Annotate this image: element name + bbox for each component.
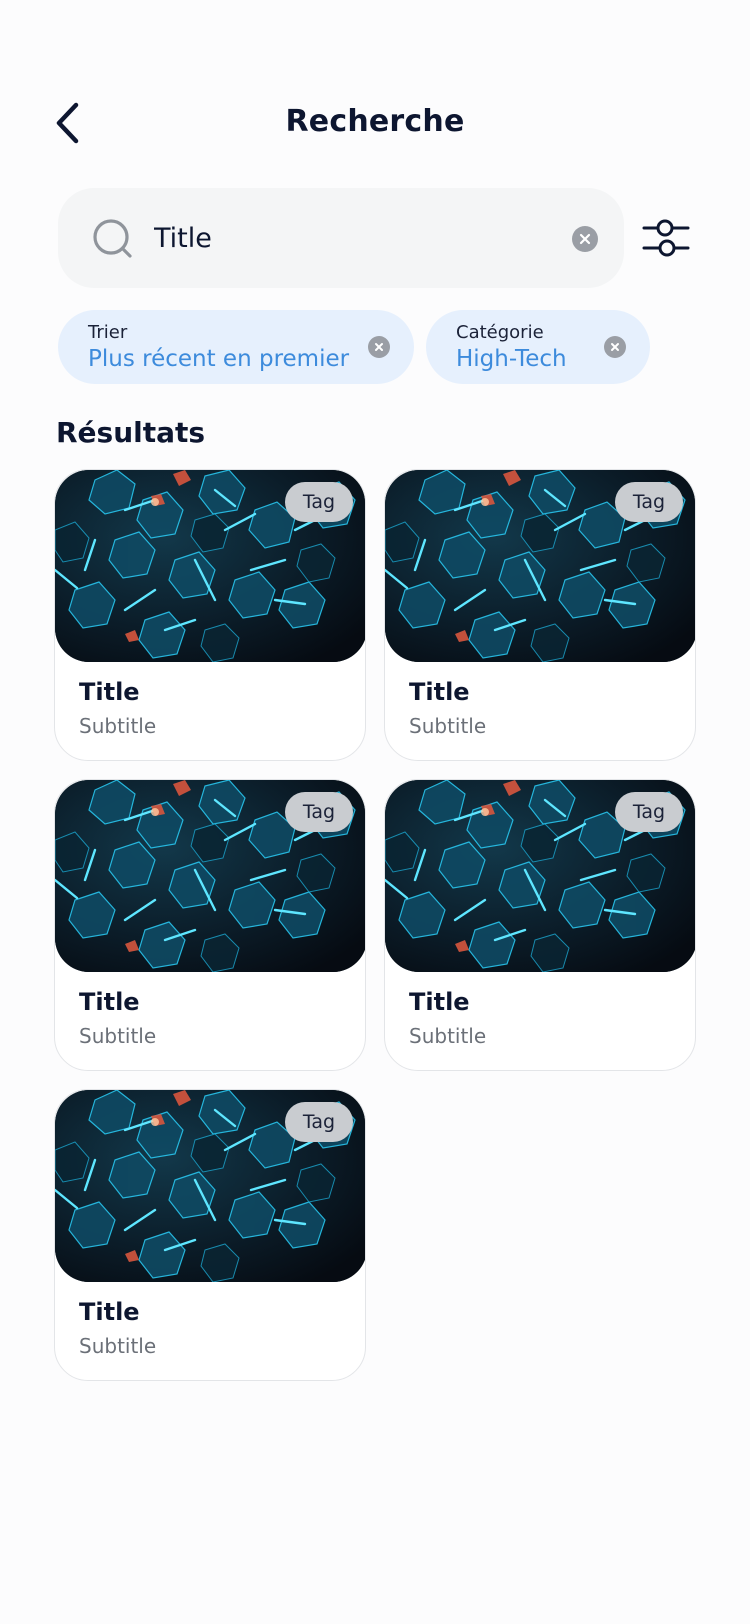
search-clear-button[interactable] (572, 226, 598, 252)
result-card[interactable]: Tag Title Subtitle (384, 779, 696, 1071)
chip-label: Trier (88, 322, 128, 343)
close-icon (579, 233, 591, 245)
card-title: Title (79, 678, 140, 706)
result-card[interactable]: Tag Title Subtitle (384, 469, 696, 761)
card-subtitle: Subtitle (409, 1024, 487, 1048)
result-card[interactable]: Tag Title Subtitle (54, 779, 366, 1071)
card-image: Tag (55, 1090, 365, 1282)
card-tag: Tag (285, 1102, 353, 1142)
card-image: Tag (55, 780, 365, 972)
chip-clear-button[interactable] (604, 336, 626, 358)
card-image: Tag (385, 470, 695, 662)
card-subtitle: Subtitle (79, 1024, 157, 1048)
card-tag: Tag (285, 482, 353, 522)
card-title: Title (409, 988, 470, 1016)
card-tag: Tag (615, 792, 683, 832)
card-image: Tag (55, 470, 365, 662)
sliders-icon (642, 219, 690, 257)
result-card[interactable]: Tag Title Subtitle (54, 469, 366, 761)
chip-clear-button[interactable] (368, 336, 390, 358)
card-subtitle: Subtitle (79, 714, 157, 738)
card-subtitle: Subtitle (409, 714, 487, 738)
card-tag: Tag (285, 792, 353, 832)
results-title: Résultats (56, 416, 206, 449)
search-screen: Recherche Trier Plus récent en premier (0, 0, 750, 1624)
filter-button[interactable] (640, 212, 692, 264)
chip-sort[interactable]: Trier Plus récent en premier (58, 310, 414, 384)
chip-label: Catégorie (456, 322, 544, 343)
result-card[interactable]: Tag Title Subtitle (54, 1089, 366, 1381)
chip-value: Plus récent en premier (88, 346, 350, 372)
page-title: Recherche (285, 104, 465, 139)
card-title: Title (79, 1298, 140, 1326)
chip-category[interactable]: Catégorie High-Tech (426, 310, 650, 384)
card-title: Title (409, 678, 470, 706)
chip-value: High-Tech (456, 346, 567, 372)
card-subtitle: Subtitle (79, 1334, 157, 1358)
close-icon (611, 343, 619, 351)
search-input[interactable] (154, 214, 534, 262)
search-bar[interactable] (58, 188, 624, 288)
card-tag: Tag (615, 482, 683, 522)
search-icon (93, 219, 132, 258)
close-icon (375, 343, 383, 351)
card-image: Tag (385, 780, 695, 972)
card-title: Title (79, 988, 140, 1016)
